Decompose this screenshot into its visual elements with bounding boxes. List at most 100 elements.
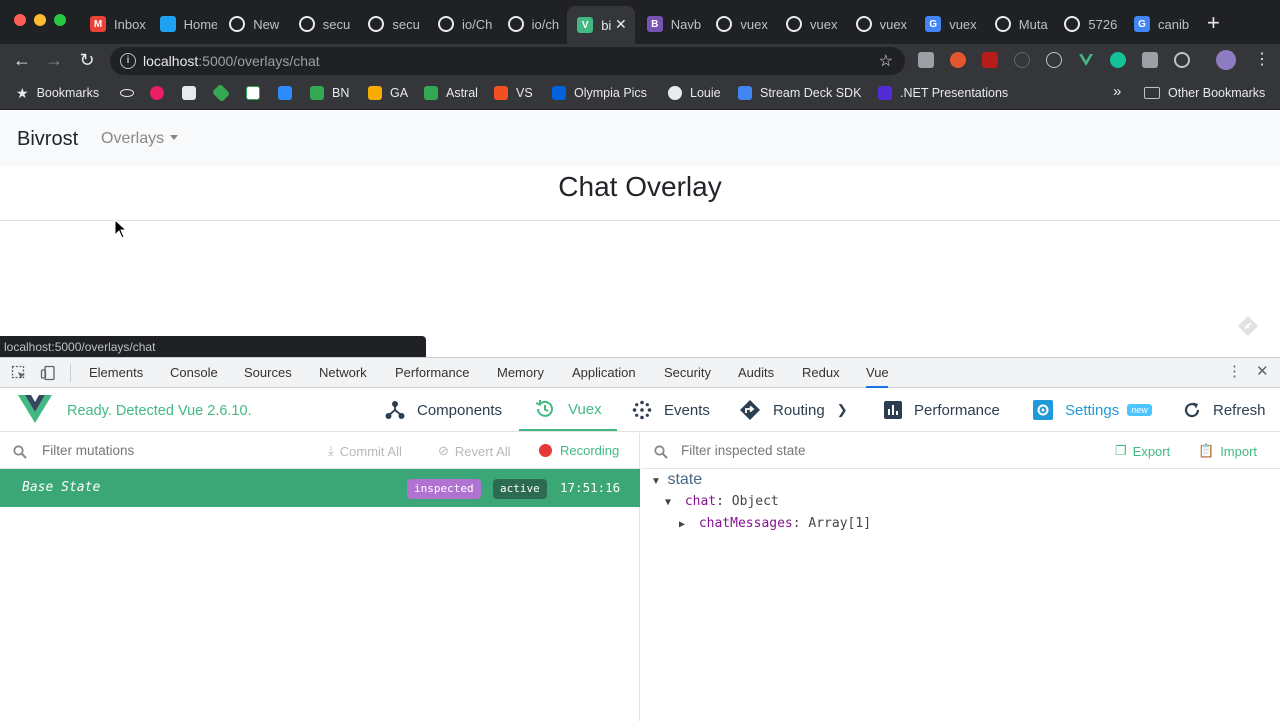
browser-tab[interactable]: M Inbox [80, 8, 148, 40]
inspect-element-icon[interactable] [11, 365, 27, 381]
bookmark-icon-only[interactable] [182, 84, 204, 102]
chat-messages-node[interactable]: ▶ chatMessages: Array[1] [679, 516, 871, 531]
chrome-menu-icon[interactable]: ⋮ [1252, 50, 1272, 70]
bookmark-icon-only[interactable] [211, 83, 236, 103]
address-bar[interactable]: i localhost:5000/overlays/chat ☆ [110, 47, 905, 75]
new-tab-button[interactable]: + [1207, 12, 1220, 34]
browser-tab[interactable]: secu [358, 8, 426, 40]
recording-toggle[interactable]: Recording [539, 443, 619, 458]
bookmark-item[interactable]: BN [310, 84, 349, 102]
bookmark-item[interactable]: .NET Presentations [878, 84, 1008, 102]
devtools-tab-sources[interactable]: Sources [244, 358, 292, 388]
browser-tab-title: Muta [1018, 16, 1048, 32]
window-minimize-button[interactable] [34, 14, 46, 26]
browser-tab[interactable]: secu [289, 8, 357, 40]
devtools-tab-memory[interactable]: Memory [497, 358, 544, 388]
other-bookmarks[interactable]: Other Bookmarks [1144, 84, 1265, 102]
bookmark-icon-only[interactable] [120, 84, 142, 102]
bookmark-item[interactable]: GA [368, 84, 408, 102]
web-page: Bivrost Overlays Chat Overlay localhost:… [0, 111, 1280, 358]
feather-badge-icon[interactable] [1237, 315, 1259, 337]
tab-routing[interactable]: Routing ❯ [739, 389, 848, 431]
devtools-tab-security[interactable]: Security [664, 358, 711, 388]
bookmark-icon-only[interactable] [150, 84, 172, 102]
devtools-tab-audits[interactable]: Audits [738, 358, 774, 388]
grammarly-extension-icon[interactable] [1110, 52, 1126, 68]
commit-all-button[interactable]: ⤓ Commit All [328, 443, 402, 459]
window-close-button[interactable] [14, 14, 26, 26]
ublock-extension-icon[interactable] [982, 52, 998, 68]
browser-tab-title: vuex [949, 16, 977, 32]
device-toolbar-icon[interactable] [40, 365, 56, 381]
bookmark-item[interactable]: Astral [424, 84, 478, 102]
bookmark-item[interactable]: Stream Deck SDK [738, 84, 861, 102]
devtools-menu-icon[interactable]: ⋮ [1227, 363, 1242, 381]
forward-button[interactable]: → [44, 50, 64, 70]
tab-events[interactable]: Events [632, 389, 710, 431]
bookmark-icon-only[interactable] [278, 84, 300, 102]
browser-tab-title: secu [322, 16, 351, 32]
react-extension-icon[interactable] [1046, 52, 1062, 68]
window-maximize-button[interactable] [54, 14, 66, 26]
export-button[interactable]: ❐ Export [1115, 443, 1170, 459]
browser-tab[interactable]: vuex [706, 8, 774, 40]
vue-extension-icon[interactable] [1078, 52, 1094, 68]
bookmarks-menu[interactable]: ★ Bookmarks [16, 84, 99, 102]
devtools-tab-network[interactable]: Network [319, 358, 367, 388]
settings-new-badge: new [1127, 404, 1152, 416]
reload-button[interactable]: ↻ [77, 50, 97, 70]
tab-settings[interactable]: Settings new [1033, 389, 1152, 431]
browser-tab[interactable]: io/ch [498, 8, 566, 40]
devtools-tab-redux[interactable]: Redux [802, 358, 840, 388]
info-extension-icon[interactable] [1014, 52, 1030, 68]
bookmark-icon-only[interactable] [246, 84, 268, 102]
browser-tab[interactable]: Gcanib [1124, 8, 1192, 40]
bookmark-item[interactable]: VS [494, 84, 533, 102]
browser-tab[interactable]: 5726 [1054, 8, 1122, 40]
revert-all-button[interactable]: ⊘ Revert All [438, 443, 511, 459]
browser-tab[interactable]: Muta [985, 8, 1053, 40]
devtools-tab-application[interactable]: Application [572, 358, 636, 388]
browser-tab[interactable]: vuex [846, 8, 914, 40]
devtools-close-icon[interactable]: ✕ [1256, 363, 1269, 381]
import-button[interactable]: 📋 Import [1198, 443, 1257, 459]
site-brand[interactable]: Bivrost [17, 128, 78, 151]
tab-close-icon[interactable]: ✕ [615, 17, 627, 31]
gear-extension-icon[interactable] [918, 52, 934, 68]
tab-vuex[interactable]: Vuex [519, 389, 617, 431]
extension-red-icon[interactable] [950, 52, 966, 68]
browser-tab[interactable]: Vbi ✕ [567, 6, 635, 44]
state-root-node[interactable]: ▼ state [651, 471, 702, 489]
camera-extension-icon[interactable] [1142, 52, 1158, 68]
bookmark-item[interactable]: Louie [668, 84, 721, 102]
browser-tab[interactable]: Gvuex [915, 8, 983, 40]
browser-tab[interactable]: B Navb [637, 8, 705, 40]
more-bookmarks-chevron-icon[interactable]: » [1113, 83, 1121, 100]
refresh-button[interactable]: Refresh [1183, 389, 1266, 431]
tab-performance[interactable]: Performance [884, 389, 1000, 431]
browser-tab[interactable]: New [219, 8, 287, 40]
filter-mutations-input[interactable]: Filter mutations [42, 443, 134, 458]
browser-tab[interactable]: vuex [776, 8, 844, 40]
tab-components[interactable]: Components [385, 389, 502, 431]
filter-state-input[interactable]: Filter inspected state [681, 443, 806, 458]
bookmark-star-icon[interactable]: ☆ [879, 51, 893, 71]
devtools-tab-console[interactable]: Console [170, 358, 218, 388]
browser-tab[interactable]: Home [150, 8, 217, 40]
site-info-icon[interactable]: i [120, 53, 136, 69]
chat-node[interactable]: ▼ chat: Object [665, 494, 779, 509]
expanded-arrow-icon: ▼ [665, 497, 672, 508]
browser-tab[interactable]: io/Ch [428, 8, 496, 40]
mutation-row-base-state[interactable]: Base State inspected active 17:51:16 [0, 469, 640, 507]
site-navbar: Bivrost Overlays [0, 111, 1280, 166]
overlays-dropdown[interactable]: Overlays [101, 130, 179, 148]
back-button[interactable]: ← [12, 50, 32, 70]
target-extension-icon[interactable] [1174, 52, 1190, 68]
devtools-tab-performance[interactable]: Performance [395, 358, 469, 388]
bookmark-item[interactable]: Olympia Pics [552, 84, 647, 102]
devtools-tab-vue[interactable]: Vue [866, 358, 889, 388]
profile-avatar[interactable] [1216, 50, 1236, 70]
vue-devtools-header: Ready. Detected Vue 2.6.10. Components V… [0, 389, 1280, 432]
devtools-tab-elements[interactable]: Elements [89, 358, 143, 388]
clipboard-icon: 📋 [1198, 443, 1215, 458]
